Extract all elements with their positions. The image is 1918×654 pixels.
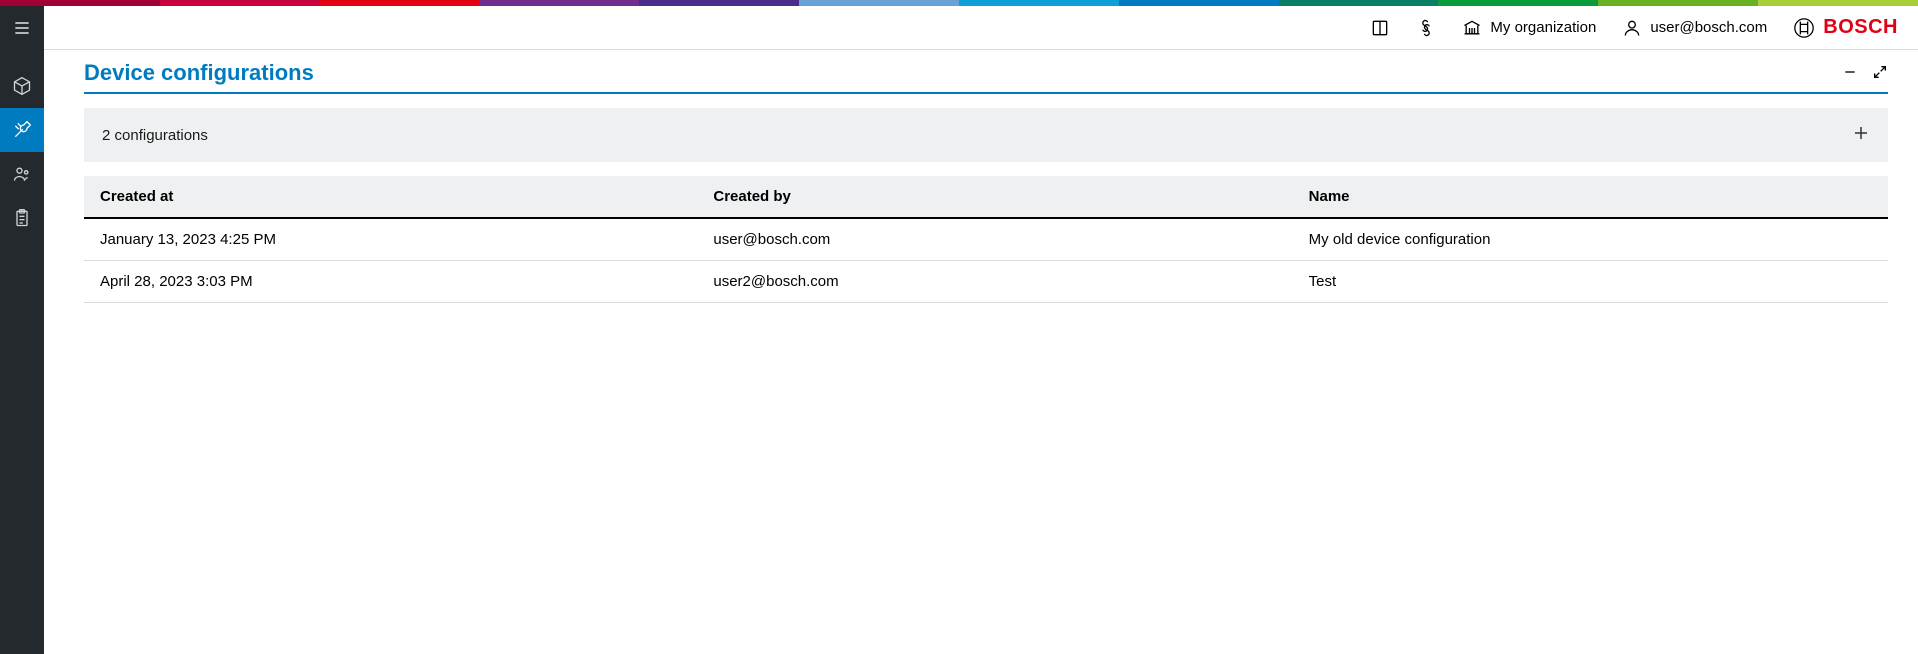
configurations-count-text: 2 configurations — [102, 127, 208, 144]
panel-header: Device configurations — [84, 60, 1888, 94]
cell-created_by: user@bosch.com — [697, 218, 1292, 261]
section-icon — [1416, 18, 1436, 38]
building-icon — [1462, 18, 1482, 38]
bosch-logo-icon — [1793, 17, 1815, 39]
table-row[interactable]: January 13, 2023 4:25 PMuser@bosch.comMy… — [84, 218, 1888, 261]
clipboard-icon — [12, 208, 32, 228]
topbar-legal[interactable] — [1416, 18, 1436, 38]
sidebar-menu-toggle[interactable] — [0, 6, 44, 50]
topbar-docs[interactable] — [1370, 18, 1390, 38]
sidebar-item-devices[interactable] — [0, 64, 44, 108]
cell-created_at: April 28, 2023 3:03 PM — [84, 261, 697, 303]
sidebar-item-users[interactable] — [0, 152, 44, 196]
sidebar-item-reports[interactable] — [0, 196, 44, 240]
panel-expand[interactable] — [1872, 64, 1888, 83]
brand-logo-text: BOSCH — [1823, 16, 1898, 39]
panel-actions — [1842, 64, 1888, 83]
table-header-row: Created at Created by Name — [84, 176, 1888, 218]
add-configuration-button[interactable] — [1852, 124, 1870, 146]
cell-name: Test — [1293, 261, 1888, 303]
table-row[interactable]: April 28, 2023 3:03 PMuser2@bosch.comTes… — [84, 261, 1888, 303]
col-created-at[interactable]: Created at — [84, 176, 697, 218]
hamburger-icon — [12, 18, 32, 38]
user-icon — [1622, 18, 1642, 38]
expand-icon — [1872, 64, 1888, 80]
topbar-organization[interactable]: My organization — [1462, 18, 1596, 38]
cell-name: My old device configuration — [1293, 218, 1888, 261]
panel-minimize[interactable] — [1842, 64, 1858, 83]
topbar-organization-label: My organization — [1490, 19, 1596, 36]
plus-icon — [1852, 124, 1870, 142]
topbar: My organization user@bosch.com BOSCH — [44, 6, 1918, 50]
sidebar — [0, 6, 44, 654]
cube-icon — [12, 76, 32, 96]
book-icon — [1370, 18, 1390, 38]
col-name[interactable]: Name — [1293, 176, 1888, 218]
configurations-table: Created at Created by Name January 13, 2… — [84, 176, 1888, 303]
cell-created_at: January 13, 2023 4:25 PM — [84, 218, 697, 261]
brand-logo[interactable]: BOSCH — [1793, 16, 1898, 39]
tools-icon — [12, 120, 32, 140]
topbar-user[interactable]: user@bosch.com — [1622, 18, 1767, 38]
panel-title: Device configurations — [84, 60, 314, 86]
cell-created_by: user2@bosch.com — [697, 261, 1292, 303]
configurations-summary-bar: 2 configurations — [84, 108, 1888, 162]
user-group-icon — [12, 164, 32, 184]
topbar-user-label: user@bosch.com — [1650, 19, 1767, 36]
minimize-icon — [1842, 64, 1858, 80]
sidebar-item-tools[interactable] — [0, 108, 44, 152]
col-created-by[interactable]: Created by — [697, 176, 1292, 218]
content-area: Device configurations 2 configurations — [44, 50, 1918, 323]
